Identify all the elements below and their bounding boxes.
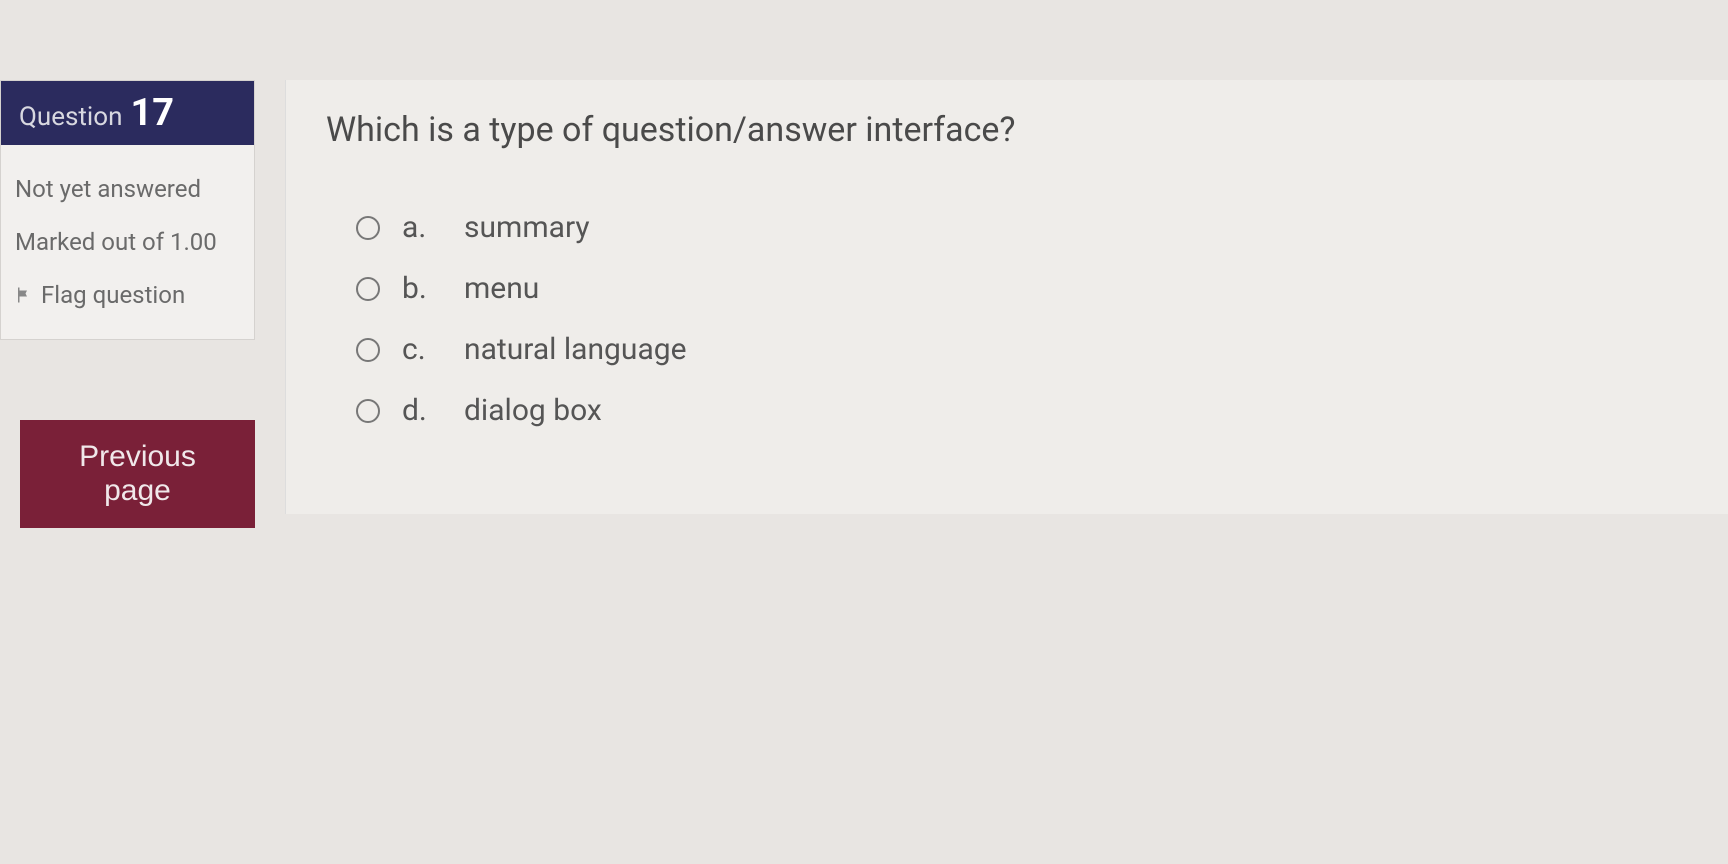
question-info-panel: Question 17 Not yet answered Marked out …	[0, 80, 255, 340]
answer-status: Not yet answered	[15, 163, 240, 216]
option-c[interactable]: c. natural language	[356, 332, 1688, 367]
radio-icon[interactable]	[356, 338, 380, 362]
option-text: dialog box	[464, 393, 602, 428]
option-letter: b.	[402, 271, 442, 306]
option-letter: a.	[402, 210, 442, 245]
flag-question-label: Flag question	[41, 269, 185, 322]
option-a[interactable]: a. summary	[356, 210, 1688, 245]
radio-icon[interactable]	[356, 216, 380, 240]
option-letter: d.	[402, 393, 442, 428]
flag-icon	[15, 284, 33, 306]
option-text: summary	[464, 210, 590, 245]
option-text: natural language	[464, 332, 687, 367]
question-content: Which is a type of question/answer inter…	[285, 80, 1728, 514]
option-letter: c.	[402, 332, 442, 367]
previous-page-button[interactable]: Previous page	[20, 420, 255, 528]
question-header: Question 17	[1, 81, 254, 145]
radio-icon[interactable]	[356, 277, 380, 301]
marked-out-of: Marked out of 1.00	[15, 216, 240, 269]
answer-options: a. summary b. menu c. natural language d…	[326, 210, 1688, 428]
option-b[interactable]: b. menu	[356, 271, 1688, 306]
option-d[interactable]: d. dialog box	[356, 393, 1688, 428]
question-label: Question	[19, 102, 122, 132]
question-text: Which is a type of question/answer inter…	[326, 110, 1688, 150]
option-text: menu	[464, 271, 539, 306]
radio-icon[interactable]	[356, 399, 380, 423]
flag-question-link[interactable]: Flag question	[15, 269, 240, 322]
question-number: 17	[130, 91, 174, 135]
